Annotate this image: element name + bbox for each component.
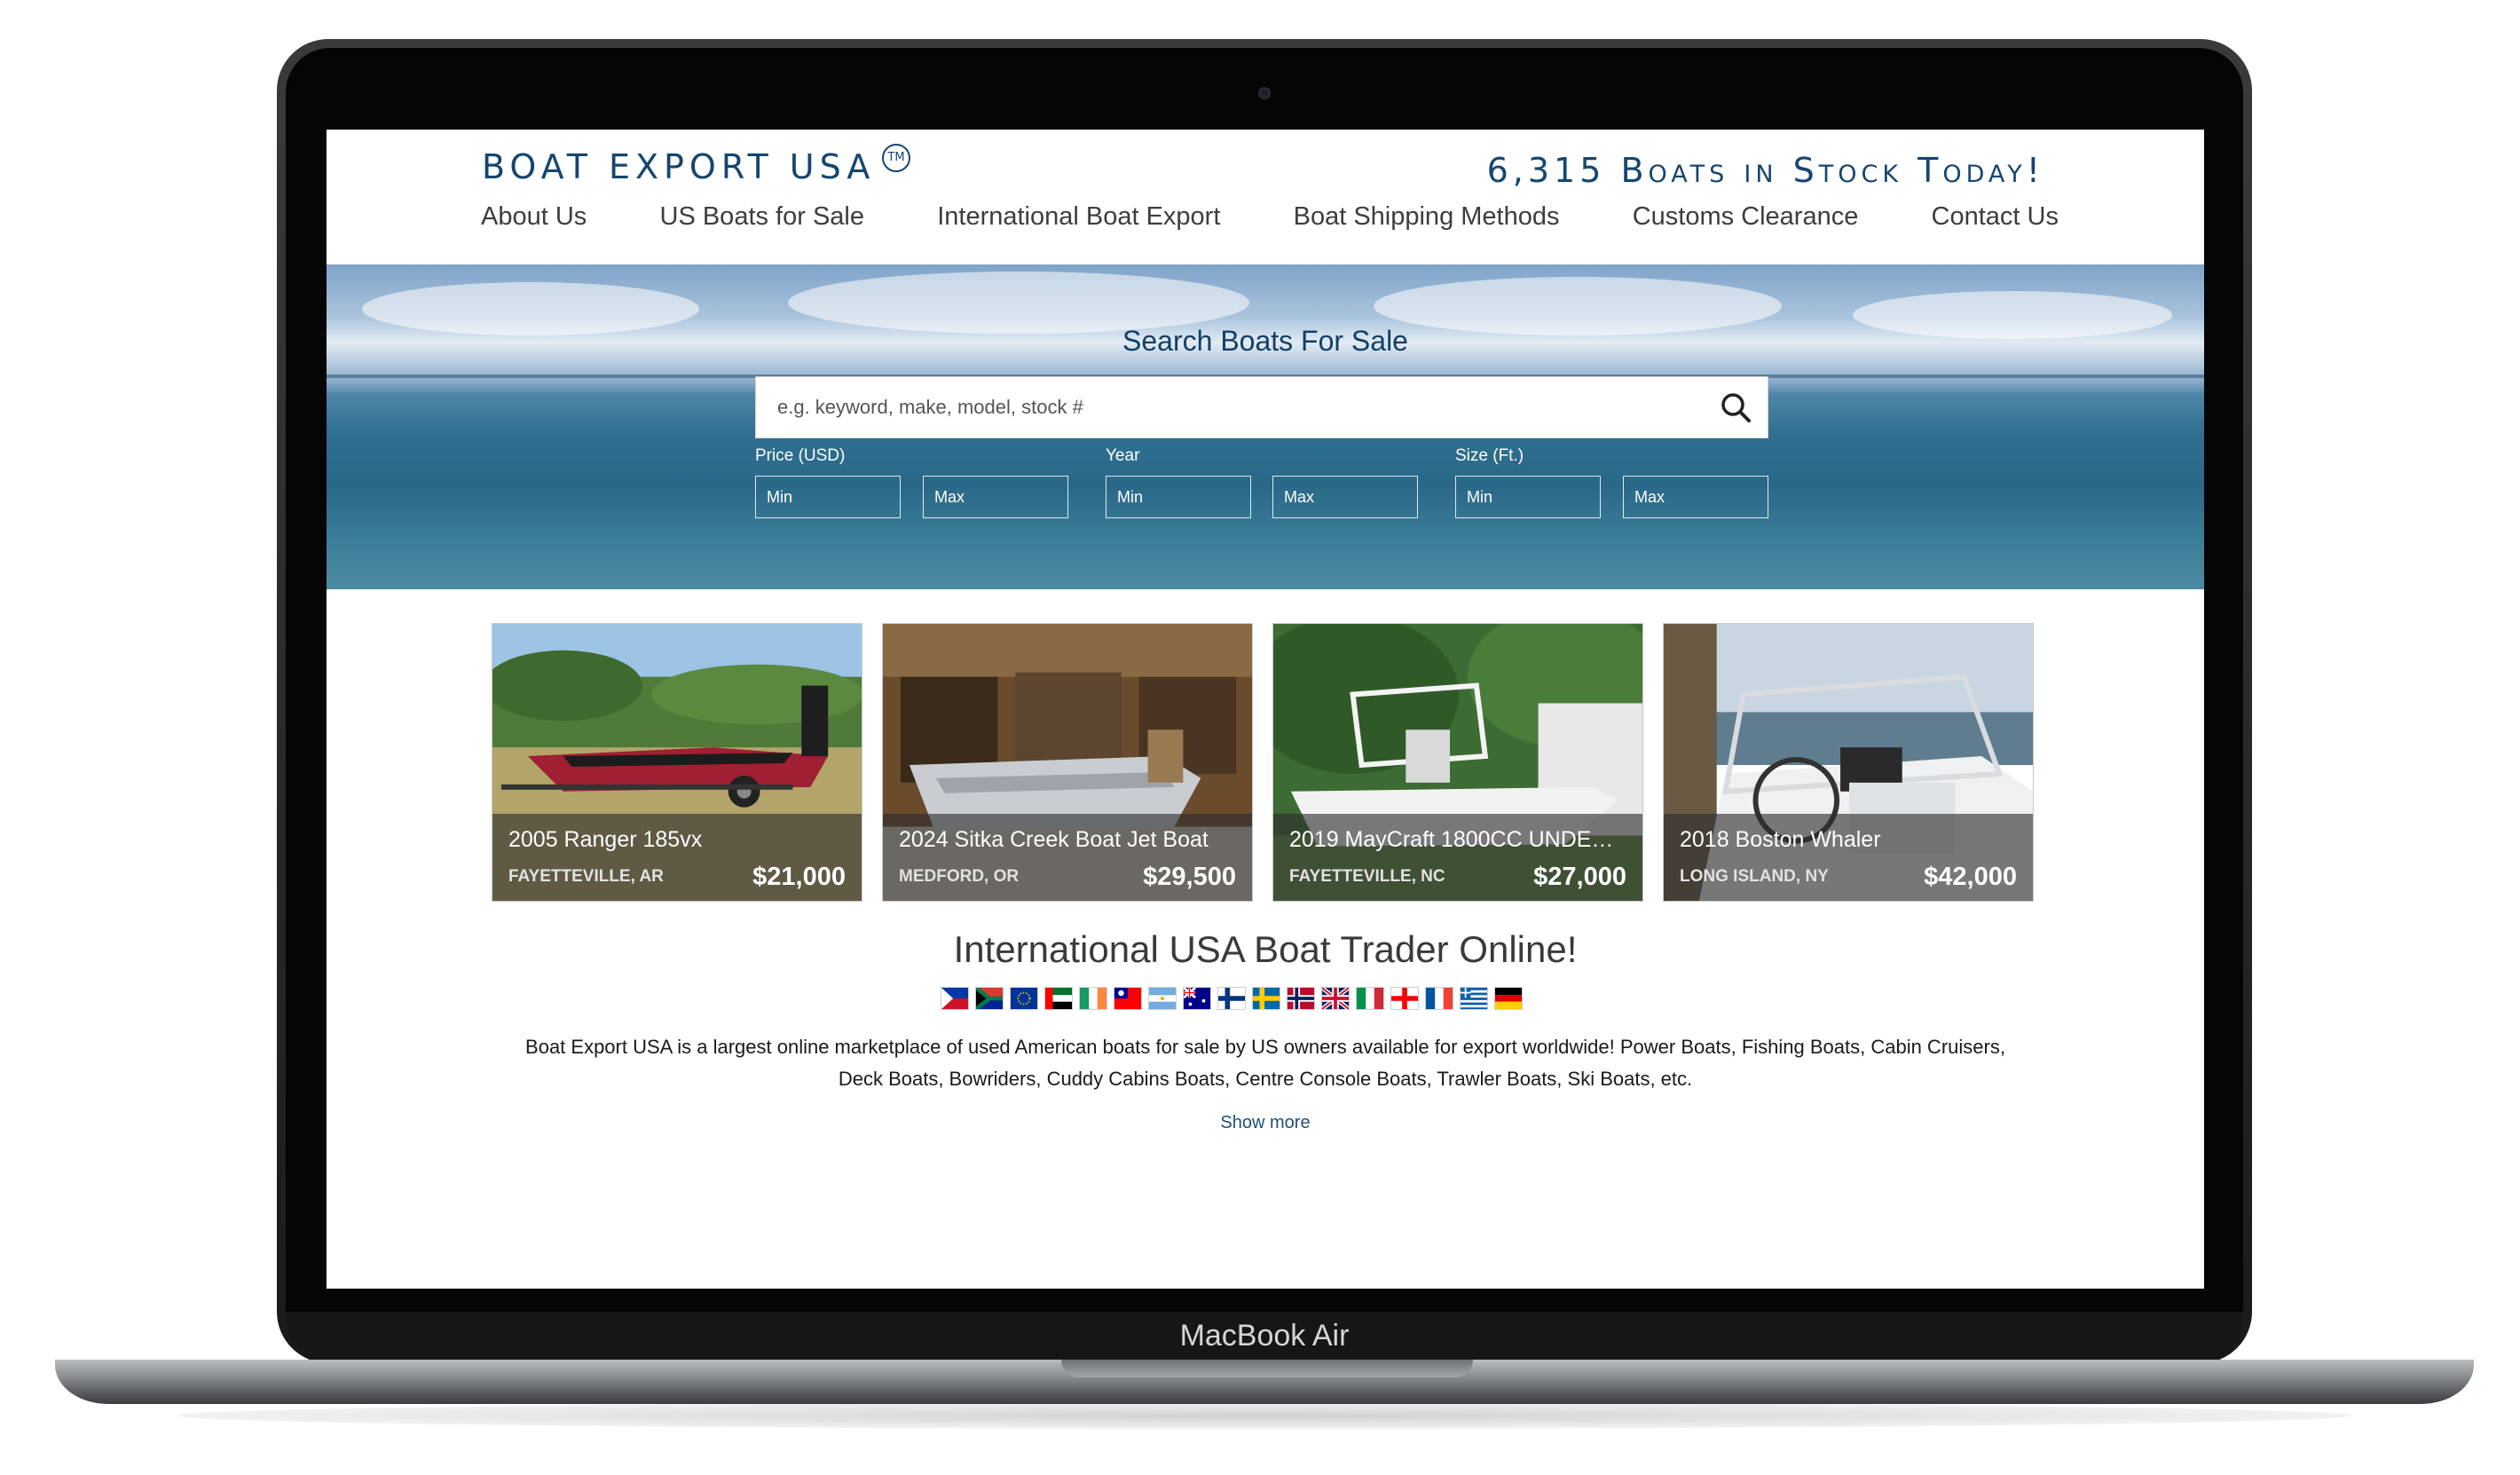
year-max-input[interactable] <box>1272 476 1418 518</box>
nav-contact-us[interactable]: Contact Us <box>1932 202 2059 232</box>
listing-title[interactable]: 2018 Boston Whaler <box>1680 827 2017 853</box>
listing-card[interactable]: 2024 Sitka Creek Boat Jet Boat MEDFORD, … <box>882 623 1253 902</box>
size-max-input[interactable] <box>1623 476 1768 518</box>
australia-flag-icon <box>1183 987 1211 1010</box>
year-filter-label: Year <box>1106 446 1140 465</box>
search-input[interactable] <box>756 377 1697 438</box>
listing-price: $29,500 <box>1143 863 1236 891</box>
listing-card[interactable]: 2019 MayCraft 1800CC UNDER WARRANTY FAYE… <box>1272 623 1643 902</box>
listing-location: LONG ISLAND, NY <box>1680 867 1829 886</box>
listing-title[interactable]: 2024 Sitka Creek Boat Jet Boat <box>899 827 1236 853</box>
argentina-flag-icon <box>1148 987 1177 1010</box>
philippines-flag-icon <box>941 987 969 1010</box>
united-kingdom-flag-icon <box>1321 987 1350 1010</box>
finland-flag-icon <box>1217 987 1246 1010</box>
listing-location: FAYETTEVILLE, NC <box>1289 867 1445 886</box>
listing-title[interactable]: 2019 MayCraft 1800CC UNDER WARRANTY <box>1289 827 1626 853</box>
sweden-flag-icon <box>1252 987 1280 1010</box>
search-box <box>755 376 1768 438</box>
nav-us-boats-for-sale[interactable]: US Boats for Sale <box>660 202 865 232</box>
georgia-flag-icon <box>1390 987 1419 1010</box>
italy-flag-icon <box>1356 987 1384 1010</box>
taiwan-flag-icon <box>1114 987 1142 1010</box>
price-filter-label: Price (USD) <box>755 446 846 465</box>
listing-price: $21,000 <box>752 863 846 891</box>
germany-flag-icon <box>1494 987 1523 1010</box>
show-more-link[interactable]: Show more <box>327 1113 2204 1133</box>
nav-international-boat-export[interactable]: International Boat Export <box>937 202 1220 232</box>
size-min-input[interactable] <box>1455 476 1601 518</box>
main-nav: About Us US Boats for Sale International… <box>481 202 2059 232</box>
flag-row <box>941 987 1523 1014</box>
listing-price: $42,000 <box>1924 863 2017 891</box>
listing-price: $27,000 <box>1533 863 1626 891</box>
website-screen: BOAT EXPORT USA TM 6,315 Boats in Stock … <box>327 130 2204 1289</box>
laptop-notch <box>1061 1360 1473 1377</box>
camera-icon <box>1258 87 1271 99</box>
trademark-icon: TM <box>882 144 910 172</box>
listing-location: MEDFORD, OR <box>899 867 1020 886</box>
nav-boat-shipping-methods[interactable]: Boat Shipping Methods <box>1294 202 1560 232</box>
laptop-shadow <box>177 1402 2351 1429</box>
laptop-mockup: MacBook Air BOAT EXPORT USA TM 6,315 Boa… <box>0 0 2520 1475</box>
listing-card[interactable]: 2018 Boston Whaler LONG ISLAND, NY $42,0… <box>1663 623 2034 902</box>
stock-banner: 6,315 Boats in Stock Today! <box>1486 151 2044 190</box>
size-filter-label: Size (Ft.) <box>1455 446 1524 465</box>
device-label: MacBook Air <box>1179 1319 1350 1353</box>
listing-title[interactable]: 2005 Ranger 185vx <box>508 827 846 853</box>
site-header: BOAT EXPORT USA TM 6,315 Boats in Stock … <box>327 130 2204 263</box>
listing-location: FAYETTEVILLE, AR <box>508 867 664 886</box>
intro-paragraph: Boat Export USA is a largest online mark… <box>525 1036 2005 1090</box>
listing-card[interactable]: 2005 Ranger 185vx FAYETTEVILLE, AR $21,0… <box>492 623 862 902</box>
norway-flag-icon <box>1287 987 1315 1010</box>
south-africa-flag-icon <box>975 987 1004 1010</box>
nav-customs-clearance[interactable]: Customs Clearance <box>1633 202 1859 232</box>
search-icon <box>1721 393 1751 422</box>
price-min-input[interactable] <box>755 476 901 518</box>
search-hero: Search Boats For Sale Price (USD) Year S… <box>327 264 2204 589</box>
uae-flag-icon <box>1044 987 1073 1010</box>
year-min-input[interactable] <box>1106 476 1251 518</box>
featured-listings: 2005 Ranger 185vx FAYETTEVILLE, AR $21,0… <box>492 623 2037 902</box>
search-title: Search Boats For Sale <box>1122 325 1408 357</box>
nav-about-us[interactable]: About Us <box>481 202 587 232</box>
european-union-flag-icon <box>1010 987 1038 1010</box>
greece-flag-icon <box>1460 987 1488 1010</box>
intro-title: International USA Boat Trader Online! <box>953 928 1578 970</box>
france-flag-icon <box>1425 987 1453 1010</box>
ireland-flag-icon <box>1079 987 1107 1010</box>
site-logo[interactable]: BOAT EXPORT USA <box>482 147 875 186</box>
search-button[interactable] <box>1716 388 1757 429</box>
price-max-input[interactable] <box>923 476 1068 518</box>
